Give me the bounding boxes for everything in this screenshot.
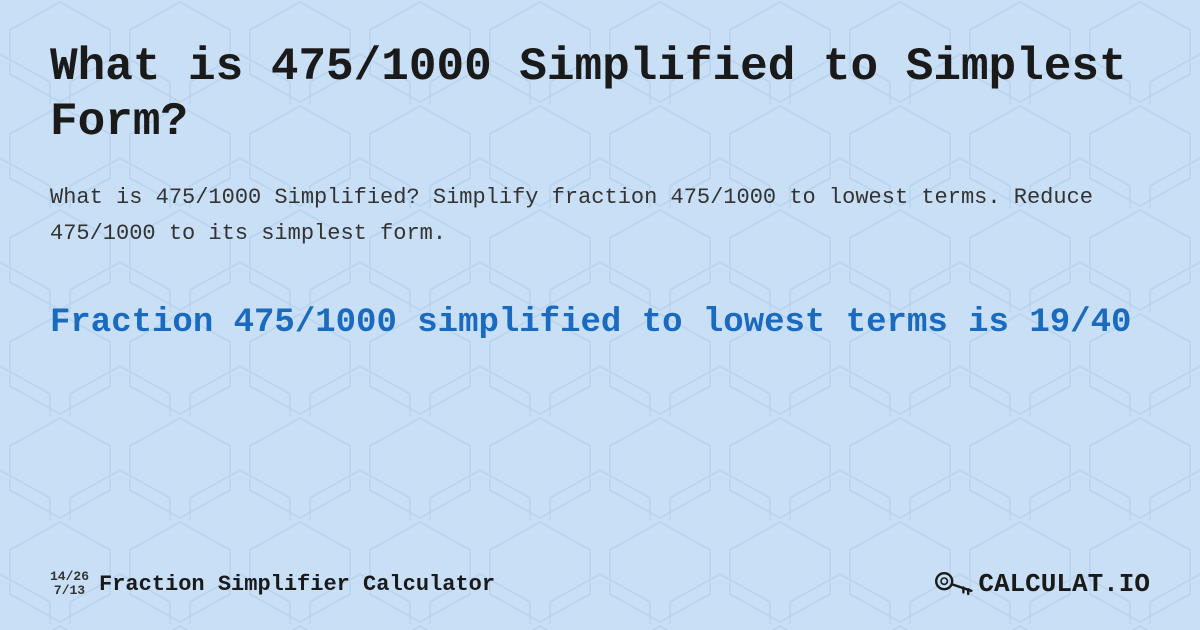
calculator-title: Fraction Simplifier Calculator	[99, 572, 495, 597]
fraction-stack: 14/26 7/13	[50, 570, 89, 599]
logo-text: CALCULAT.IO	[978, 569, 1150, 599]
page-description: What is 475/1000 Simplified? Simplify fr…	[50, 180, 1150, 250]
page-title: What is 475/1000 Simplified to Simplest …	[50, 40, 1150, 150]
logo: CALCULAT.IO	[933, 568, 1150, 600]
fraction-top: 14/26	[50, 570, 89, 584]
result-text: Fraction 475/1000 simplified to lowest t…	[50, 301, 1150, 345]
fraction-bottom: 7/13	[54, 584, 85, 598]
key-icon	[933, 568, 973, 600]
